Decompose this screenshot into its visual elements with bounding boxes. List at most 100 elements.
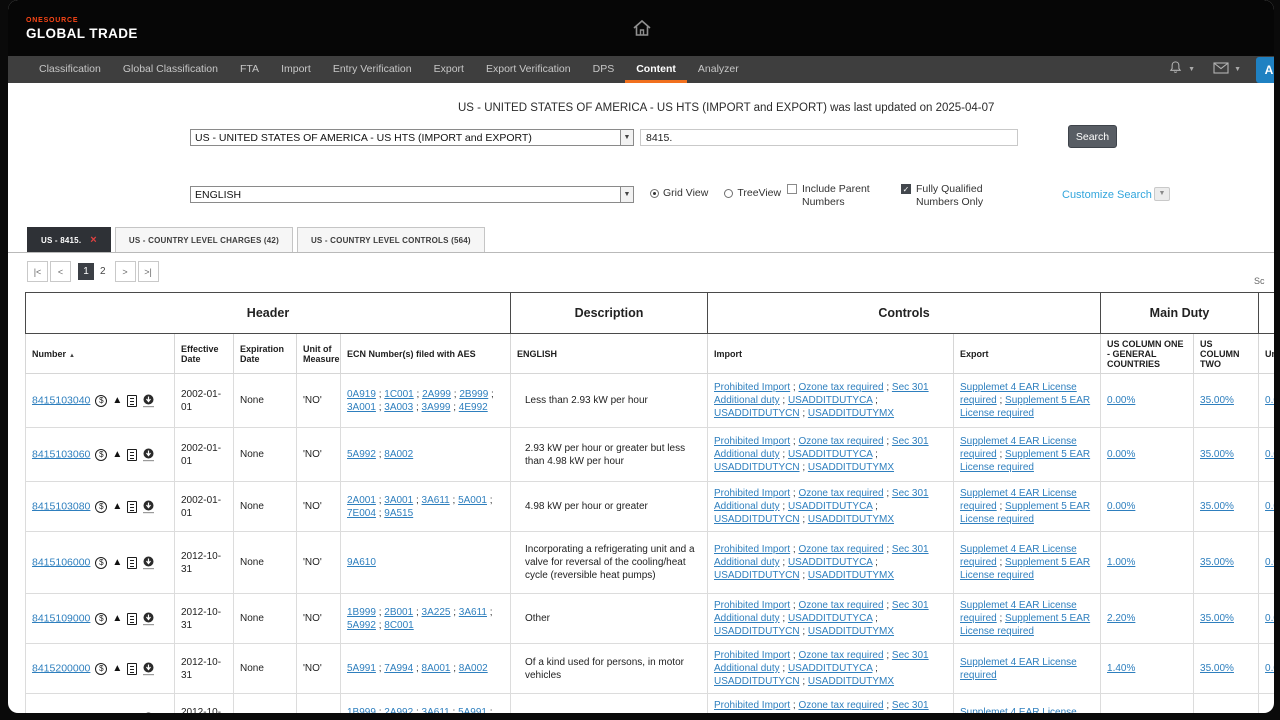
nav-item-export-verification[interactable]: Export Verification [475, 56, 582, 83]
home-icon[interactable] [630, 16, 654, 40]
import-control-link[interactable]: USADDITDUTYMX [808, 626, 894, 637]
ecn-link[interactable]: 5A992 [347, 449, 376, 460]
radio-grid-view[interactable]: Grid View [650, 187, 708, 199]
hts-number-link[interactable]: 8415103060 [32, 448, 90, 460]
duty-rate-link[interactable]: 0.00% [1107, 501, 1135, 512]
nav-item-content[interactable]: Content [625, 56, 687, 83]
duty-rate-link[interactable]: 35.00% [1200, 501, 1234, 512]
page-prev-button[interactable]: < [50, 261, 71, 282]
ecn-link[interactable]: 0A919 [347, 389, 376, 400]
import-control-link[interactable]: USADDITDUTYCA [788, 663, 872, 674]
import-control-link[interactable]: USADDITDUTYMX [808, 676, 894, 687]
column-header-us-column-two[interactable]: US COLUMN TWO [1194, 334, 1259, 374]
messages-envelope-icon[interactable] [1213, 61, 1229, 79]
ecn-link[interactable]: 2A999 [422, 389, 451, 400]
import-control-link[interactable]: USADDITDUTYCA [788, 613, 872, 624]
ecn-link[interactable]: 2B999 [459, 389, 488, 400]
import-control-link[interactable]: Prohibited Import [714, 600, 790, 611]
import-control-link[interactable]: USADDITDUTYCA [788, 557, 872, 568]
notes-document-icon[interactable] [127, 613, 137, 625]
notifications-bell-icon[interactable] [1168, 60, 1183, 80]
duty-dollar-icon[interactable]: $ [95, 395, 107, 407]
hts-number-link[interactable]: 8415103080 [32, 500, 90, 512]
duty-rate-link[interactable]: 35.00% [1200, 395, 1234, 406]
column-header-export[interactable]: Export [954, 334, 1101, 374]
tab-us-country-level-controls-564[interactable]: US - COUNTRY LEVEL CONTROLS (564) [297, 227, 485, 252]
page-last-button[interactable]: >| [138, 261, 159, 282]
import-control-link[interactable]: USADDITDUTYCN [714, 462, 800, 473]
duty-dollar-icon[interactable]: $ [95, 557, 107, 569]
ecn-link[interactable]: 2A001 [347, 495, 376, 506]
page-number[interactable]: 2 [98, 266, 113, 277]
import-control-link[interactable]: Prohibited Import [714, 382, 790, 393]
alert-triangle-icon[interactable]: ▲ [112, 502, 122, 512]
import-control-link[interactable]: Ozone tax required [799, 436, 884, 447]
alert-triangle-icon[interactable]: ▲ [112, 664, 122, 674]
ecn-link[interactable]: 8C001 [384, 620, 413, 631]
download-icon[interactable] [142, 712, 155, 714]
import-control-link[interactable]: Ozone tax required [799, 700, 884, 711]
ecn-link[interactable]: 5A991 [458, 707, 487, 714]
notes-document-icon[interactable] [127, 501, 137, 513]
duty-rate-link[interactable]: 35.00% [1200, 613, 1234, 624]
customize-search-link[interactable]: Customize Search [1062, 189, 1152, 201]
messages-caret-icon[interactable]: ▼ [1234, 66, 1241, 73]
tab-close-icon[interactable]: × [90, 236, 97, 244]
search-query-input[interactable] [640, 129, 1018, 146]
ecn-link[interactable]: 3A611 [459, 607, 487, 618]
hts-number-link[interactable]: 8415810110 [32, 712, 90, 713]
nav-item-import[interactable]: Import [270, 56, 322, 83]
notes-document-icon[interactable] [127, 713, 137, 714]
duty-rate-link[interactable]: 1.00% [1107, 557, 1135, 568]
hts-number-link[interactable]: 8415109000 [32, 612, 90, 624]
hts-number-link[interactable]: 8415106000 [32, 556, 90, 568]
column-header-us-column-one-general-countries[interactable]: US COLUMN ONE - GENERAL COUNTRIES [1101, 334, 1194, 374]
ecn-link[interactable]: 2A992 [384, 707, 413, 714]
download-icon[interactable] [142, 556, 155, 570]
duty-rate-link[interactable]: 1.40% [1107, 663, 1135, 674]
nav-item-dps[interactable]: DPS [582, 56, 626, 83]
export-control-link[interactable]: Supplemet 4 EAR License required [960, 707, 1077, 714]
hts-number-link[interactable]: 8415200000 [32, 662, 90, 674]
ecn-link[interactable]: 2B001 [384, 607, 413, 618]
ecn-link[interactable]: 3A003 [384, 402, 413, 413]
ecn-link[interactable]: 7A994 [384, 663, 413, 674]
nav-item-global-classification[interactable]: Global Classification [112, 56, 229, 83]
column-header-effective-date[interactable]: Effective Date [175, 334, 234, 374]
tab-us-8415[interactable]: US - 8415.× [27, 227, 111, 252]
nav-item-export[interactable]: Export [423, 56, 475, 83]
download-icon[interactable] [142, 612, 155, 626]
duty-rate-link[interactable]: 0.00% [1265, 501, 1274, 512]
duty-dollar-icon[interactable]: $ [95, 501, 107, 513]
duty-rate-link[interactable]: 0.00% [1107, 449, 1135, 460]
duty-dollar-icon[interactable]: $ [95, 663, 107, 675]
ecn-link[interactable]: 8A001 [422, 663, 451, 674]
page-next-button[interactable]: > [115, 261, 136, 282]
import-control-link[interactable]: Prohibited Import [714, 650, 790, 661]
ecn-link[interactable]: 7E004 [347, 508, 376, 519]
page-first-button[interactable]: |< [27, 261, 48, 282]
notifications-caret-icon[interactable]: ▼ [1188, 66, 1195, 73]
duty-dollar-icon[interactable]: $ [95, 449, 107, 461]
search-button[interactable]: Search [1068, 125, 1117, 148]
download-icon[interactable] [142, 448, 155, 462]
ecn-link[interactable]: 5A001 [458, 495, 487, 506]
duty-rate-link[interactable]: 35.00% [1200, 449, 1234, 460]
import-control-link[interactable]: USADDITDUTYCA [788, 449, 872, 460]
import-control-link[interactable]: USADDITDUTYMX [808, 462, 894, 473]
nav-item-analyzer[interactable]: Analyzer [687, 56, 750, 83]
download-icon[interactable] [142, 662, 155, 676]
column-header-expiration-date[interactable]: Expiration Date [234, 334, 297, 374]
hts-number-link[interactable]: 8415103040 [32, 394, 90, 406]
ecn-link[interactable]: 5A991 [347, 663, 376, 674]
ecn-link[interactable]: 3A001 [384, 495, 413, 506]
ecn-link[interactable]: 3A225 [422, 607, 451, 618]
nav-item-classification[interactable]: Classification [28, 56, 112, 83]
ecn-link[interactable]: 3A611 [422, 495, 450, 506]
import-control-link[interactable]: Prohibited Import [714, 436, 790, 447]
import-control-link[interactable]: Prohibited Import [714, 700, 790, 711]
download-icon[interactable] [142, 500, 155, 514]
alert-triangle-icon[interactable]: ▲ [112, 614, 122, 624]
import-control-link[interactable]: Ozone tax required [799, 382, 884, 393]
import-control-link[interactable]: Prohibited Import [714, 544, 790, 555]
